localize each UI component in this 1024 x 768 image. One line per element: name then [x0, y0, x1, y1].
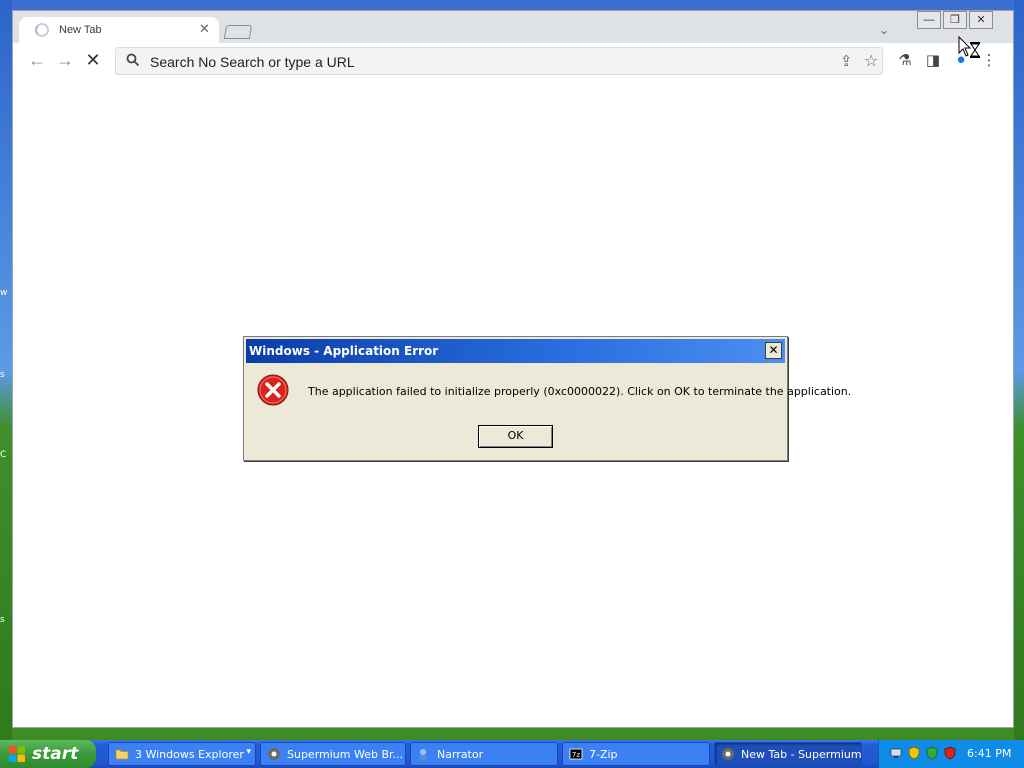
dialog-close-button[interactable]: ✕ — [765, 342, 782, 359]
desktop-background — [0, 0, 1024, 10]
tab-strip: New Tab ✕ ⌄ — ❐ ✕ — [13, 11, 1013, 43]
group-chevron-icon: ▾ — [246, 747, 251, 757]
narrator-icon — [420, 749, 426, 760]
start-label: start — [32, 744, 79, 764]
security-alert-icon[interactable] — [943, 746, 957, 760]
application-error-dialog: Windows - Application Error ✕ The applic… — [243, 336, 851, 461]
network-icon[interactable] — [889, 746, 903, 760]
new-tab-button[interactable] — [223, 25, 253, 39]
taskbar-item-label: 7-Zip — [589, 748, 618, 761]
taskbar-item-label: 3 Windows Explorer — [135, 748, 244, 761]
start-button[interactable]: start — [0, 740, 96, 768]
taskbar-item-supermium[interactable]: Supermium Web Br... — [260, 742, 406, 766]
search-icon — [126, 53, 140, 67]
taskbar-item-label: New Tab - Supermium — [741, 748, 862, 761]
bookmark-star-icon[interactable]: ☆ — [864, 51, 878, 71]
antivirus-icon[interactable] — [925, 746, 939, 760]
taskbar: start 3 Windows Explorer ▾ Supermium Web… — [0, 740, 1024, 768]
restore-button[interactable]: ❐ — [943, 11, 967, 29]
forward-arrow-icon[interactable]: → — [53, 49, 77, 73]
tab-close-icon[interactable]: ✕ — [199, 21, 210, 37]
taskbar-item-7zip[interactable]: 7z 7-Zip — [562, 742, 710, 766]
system-tray: 6:41 PM — [878, 740, 1024, 768]
dialog-message: The application failed to initialize pro… — [308, 385, 852, 398]
supermium-icon — [722, 748, 734, 760]
tab-search-chevron-icon[interactable]: ⌄ — [879, 23, 889, 37]
desktop-edge-right — [1014, 0, 1024, 740]
security-shield-icon[interactable] — [907, 746, 921, 760]
share-icon[interactable]: ⇪ — [840, 52, 853, 70]
dialog-titlebar[interactable]: Windows - Application Error ✕ — [246, 339, 785, 363]
side-panel-icon[interactable]: ◨ — [923, 51, 943, 71]
svg-text:7z: 7z — [572, 751, 580, 759]
taskbar-item-label: Narrator — [437, 748, 484, 761]
address-bar-placeholder: Search No Search or type a URL — [150, 54, 355, 70]
desktop-icon-label: w — [0, 288, 8, 298]
loading-spinner-icon — [35, 23, 49, 37]
taskbar-item-new-tab-supermium[interactable]: New Tab - Supermium — [714, 742, 862, 766]
dialog-title: Windows - Application Error — [249, 344, 439, 358]
taskbar-item-windows-explorer[interactable]: 3 Windows Explorer ▾ — [108, 742, 256, 766]
window-close-button[interactable]: ✕ — [969, 11, 993, 29]
error-icon — [257, 374, 289, 406]
menu-kebab-icon[interactable]: ⋮ — [979, 51, 999, 71]
stop-loading-icon[interactable]: ✕ — [81, 49, 105, 73]
sevenzip-icon: 7z — [569, 748, 583, 760]
desktop-icon-label: s — [0, 615, 5, 625]
taskbar-clock[interactable]: 6:41 PM — [967, 747, 1011, 760]
busy-cursor-icon — [958, 36, 980, 58]
browser-toolbar: ← → ✕ Search No Search or type a URL ⇪ ☆… — [13, 43, 1013, 79]
supermium-icon — [268, 748, 280, 760]
minimize-button[interactable]: — — [917, 11, 941, 29]
ok-button[interactable]: OK — [478, 425, 553, 448]
taskbar-item-label: Supermium Web Br... — [287, 748, 404, 761]
labs-flask-icon[interactable]: ⚗ — [895, 51, 915, 71]
folder-icon — [115, 749, 129, 760]
tab-new-tab[interactable]: New Tab ✕ — [19, 17, 219, 43]
back-arrow-icon[interactable]: ← — [25, 49, 49, 73]
tab-title: New Tab — [59, 24, 102, 36]
desktop-icon-label: C — [0, 450, 7, 460]
address-bar[interactable]: Search No Search or type a URL ⇪ ☆ — [115, 47, 883, 75]
windows-logo-icon — [9, 746, 25, 762]
desktop-icon-label: s — [0, 370, 5, 380]
taskbar-item-narrator[interactable]: Narrator — [410, 742, 558, 766]
